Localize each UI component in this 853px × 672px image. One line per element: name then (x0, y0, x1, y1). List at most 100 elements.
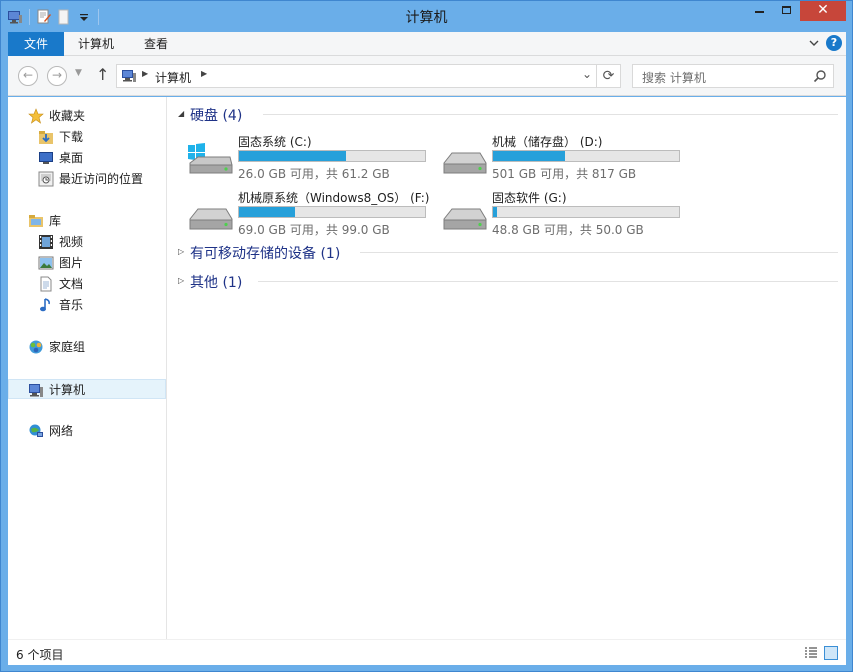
navigation-pane: 收藏夹 下载 桌面 最近访问的位置 库 视频 图片 文档 音乐 家庭组 计算机 … (8, 97, 167, 639)
group-title: 硬盘 (4) (190, 108, 243, 124)
sidebar-item-homegroup[interactable]: 家庭组 (28, 337, 148, 357)
help-icon[interactable]: ? (826, 35, 842, 51)
navigation-bar: ← → ▼ ↑ ▶ 计算机 ▶ ⌄ ⟳ 搜索 计算机 (8, 56, 846, 96)
breadcrumb-computer[interactable]: 计算机 (155, 69, 191, 86)
sidebar-item-label: 视频 (59, 235, 84, 249)
drive-usage-fill (493, 207, 498, 217)
sidebar-item-label: 下载 (59, 130, 84, 144)
sidebar-item-favorites[interactable]: 收藏夹 (28, 106, 148, 126)
sidebar-item-label: 文档 (59, 277, 84, 291)
breadcrumb-separator-icon[interactable]: ▶ (201, 69, 207, 78)
drive-usage-fill (239, 151, 346, 161)
homegroup-icon (28, 339, 44, 355)
drive-item-g[interactable]: 固态软件 (G:) 48.8 GB 可用，共 50.0 GB (440, 189, 690, 239)
breadcrumb-separator-icon[interactable]: ▶ (142, 69, 148, 78)
hard-drive-icon (186, 191, 234, 237)
address-history-dropdown-icon[interactable]: ⌄ (582, 67, 592, 81)
drive-usage-bar (492, 206, 680, 218)
group-other[interactable]: ▷ 其他 (1) (178, 272, 838, 292)
explorer-body: 收藏夹 下载 桌面 最近访问的位置 库 视频 图片 文档 音乐 家庭组 计算机 … (8, 97, 846, 639)
search-icon[interactable] (813, 69, 827, 83)
sidebar-item-label: 网络 (49, 424, 74, 438)
network-icon (28, 423, 44, 439)
sidebar-item-label: 图片 (59, 256, 84, 270)
group-divider (263, 114, 838, 115)
ribbon-tabs: 文件 计算机 查看 ? (8, 32, 846, 56)
back-arrow-icon: ← (22, 68, 34, 82)
large-icons-view-icon[interactable] (824, 646, 838, 660)
sidebar-item-documents[interactable]: 文档 (38, 274, 158, 294)
expand-group-icon[interactable]: ▷ (178, 247, 184, 256)
forward-button[interactable]: → (47, 66, 67, 86)
refresh-button[interactable]: ⟳ (596, 65, 620, 87)
forward-arrow-icon: → (51, 68, 63, 82)
content-pane: ◢ 硬盘 (4) 固态系统 (C:) 26.0 GB 可用，共 61.2 GB (168, 97, 846, 639)
group-divider (258, 281, 838, 282)
sidebar-item-label: 最近访问的位置 (59, 172, 144, 186)
tab-view[interactable]: 查看 (132, 32, 180, 56)
maximize-icon (782, 6, 791, 14)
download-folder-icon (38, 129, 54, 145)
item-count: 6 个项目 (16, 648, 64, 662)
status-bar: 6 个项目 (8, 639, 846, 665)
tab-file[interactable]: 文件 (8, 32, 64, 56)
picture-icon (38, 255, 54, 271)
sidebar-item-music[interactable]: 音乐 (38, 295, 158, 315)
minimize-icon (755, 11, 764, 13)
group-divider (360, 252, 838, 253)
drive-item-d[interactable]: 机械（储存盘） (D:) 501 GB 可用，共 817 GB (440, 133, 690, 183)
details-view-icon[interactable] (804, 646, 818, 660)
sidebar-item-label: 收藏夹 (49, 109, 86, 123)
expand-group-icon[interactable]: ▷ (178, 276, 184, 285)
sidebar-item-computer[interactable]: 计算机 (8, 379, 166, 399)
sidebar-item-pictures[interactable]: 图片 (38, 253, 158, 273)
group-title: 有可移动存储的设备 (1) (190, 246, 341, 262)
window-controls: ✕ (746, 1, 846, 21)
desktop-icon (38, 150, 54, 166)
drive-usage-bar (238, 150, 426, 162)
drive-free-space: 48.8 GB 可用，共 50.0 GB (492, 223, 644, 237)
tab-computer[interactable]: 计算机 (66, 32, 126, 56)
group-removable-storage[interactable]: ▷ 有可移动存储的设备 (1) (178, 243, 838, 263)
video-icon (38, 234, 54, 250)
drive-free-space: 26.0 GB 可用，共 61.2 GB (238, 167, 390, 181)
drive-name: 机械原系统（Windows8_OS） (F:) (238, 191, 430, 205)
computer-icon (28, 382, 44, 398)
collapse-group-icon[interactable]: ◢ (178, 109, 184, 118)
search-input[interactable]: 搜索 计算机 (642, 69, 706, 86)
hard-drive-icon (440, 135, 488, 181)
computer-icon (121, 69, 137, 83)
close-icon: ✕ (817, 2, 829, 18)
drive-free-space: 501 GB 可用，共 817 GB (492, 167, 637, 181)
back-button[interactable]: ← (18, 66, 38, 86)
drive-free-space: 69.0 GB 可用，共 99.0 GB (238, 223, 390, 237)
hard-drive-icon (440, 191, 488, 237)
sidebar-item-desktop[interactable]: 桌面 (38, 148, 158, 168)
star-icon (28, 108, 44, 124)
minimize-button[interactable] (746, 1, 773, 21)
drive-item-f[interactable]: 机械原系统（Windows8_OS） (F:) 69.0 GB 可用，共 99.… (186, 189, 436, 239)
sidebar-item-recent-places[interactable]: 最近访问的位置 (38, 169, 163, 189)
sidebar-item-libraries[interactable]: 库 (28, 211, 148, 231)
close-button[interactable]: ✕ (800, 1, 846, 21)
address-bar[interactable]: ▶ 计算机 ▶ ⌄ ⟳ (116, 64, 621, 88)
group-title: 其他 (1) (190, 275, 243, 291)
search-box[interactable]: 搜索 计算机 (632, 64, 834, 88)
group-hard-disks[interactable]: ◢ 硬盘 (4) (178, 105, 838, 125)
up-arrow-icon[interactable]: ↑ (96, 65, 109, 84)
drive-item-c[interactable]: 固态系统 (C:) 26.0 GB 可用，共 61.2 GB (186, 133, 436, 183)
window-title: 计算机 (405, 10, 448, 26)
expand-ribbon-icon[interactable] (808, 37, 820, 49)
sidebar-item-label: 桌面 (59, 151, 84, 165)
library-icon (28, 213, 44, 229)
sidebar-item-label: 音乐 (59, 298, 84, 312)
drive-usage-bar (492, 150, 680, 162)
sidebar-item-downloads[interactable]: 下载 (38, 127, 158, 147)
sidebar-item-label: 库 (49, 214, 62, 228)
windows-drive-icon (186, 135, 234, 181)
recent-locations-icon[interactable]: ▼ (75, 68, 82, 78)
recent-places-icon (38, 171, 54, 187)
sidebar-item-videos[interactable]: 视频 (38, 232, 158, 252)
maximize-button[interactable] (773, 1, 800, 21)
sidebar-item-network[interactable]: 网络 (28, 421, 148, 441)
